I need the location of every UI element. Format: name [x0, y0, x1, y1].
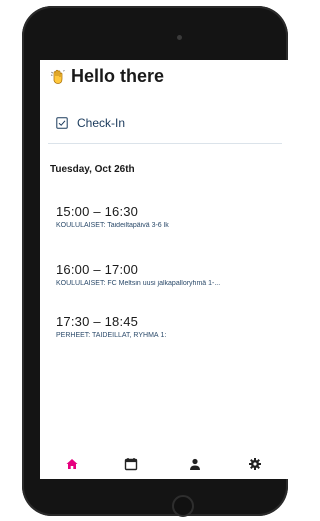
camera-icon [177, 35, 182, 40]
greeting-title: Hello there [71, 66, 165, 86]
checkin-button[interactable]: Check-In [56, 116, 125, 130]
home-hardware-button[interactable] [172, 495, 194, 517]
gear-icon[interactable] [248, 457, 262, 471]
date-heading: Tuesday, Oct 26th [50, 164, 135, 175]
event-description: KOULULAISET: Taideiltapäivä 3-6 lk [56, 222, 169, 229]
event-item[interactable]: 17:30 – 18:45 PERHEET: TAIDEILLAT, RYHMÄ… [56, 314, 286, 339]
calendar-icon[interactable] [124, 457, 138, 471]
checkbox-icon [56, 117, 68, 129]
divider [48, 143, 282, 144]
event-time: 17:30 – 18:45 [56, 314, 139, 329]
event-time: 15:00 – 16:30 [56, 204, 139, 219]
tab-bar [40, 449, 290, 479]
person-icon[interactable] [188, 457, 202, 471]
event-description: PERHEET: TAIDEILLAT, RYHMÄ 1: [56, 332, 167, 339]
home-icon[interactable] [65, 457, 79, 471]
event-time: 16:00 – 17:00 [56, 262, 139, 277]
app-screen: Hello there Check-In Tuesday, Oct 26th 1… [40, 60, 290, 479]
checkin-label: Check-In [77, 116, 126, 130]
event-description: KOULULAISET: FC Meltsin uusi jalkapallor… [56, 280, 221, 287]
event-item[interactable]: 16:00 – 17:00 KOULULAISET: FC Meltsin uu… [56, 262, 286, 287]
greeting-header: Hello there [50, 66, 164, 87]
waving-hand-icon [50, 69, 65, 84]
event-item[interactable]: 15:00 – 16:30 KOULULAISET: Taideiltapäiv… [56, 204, 286, 229]
